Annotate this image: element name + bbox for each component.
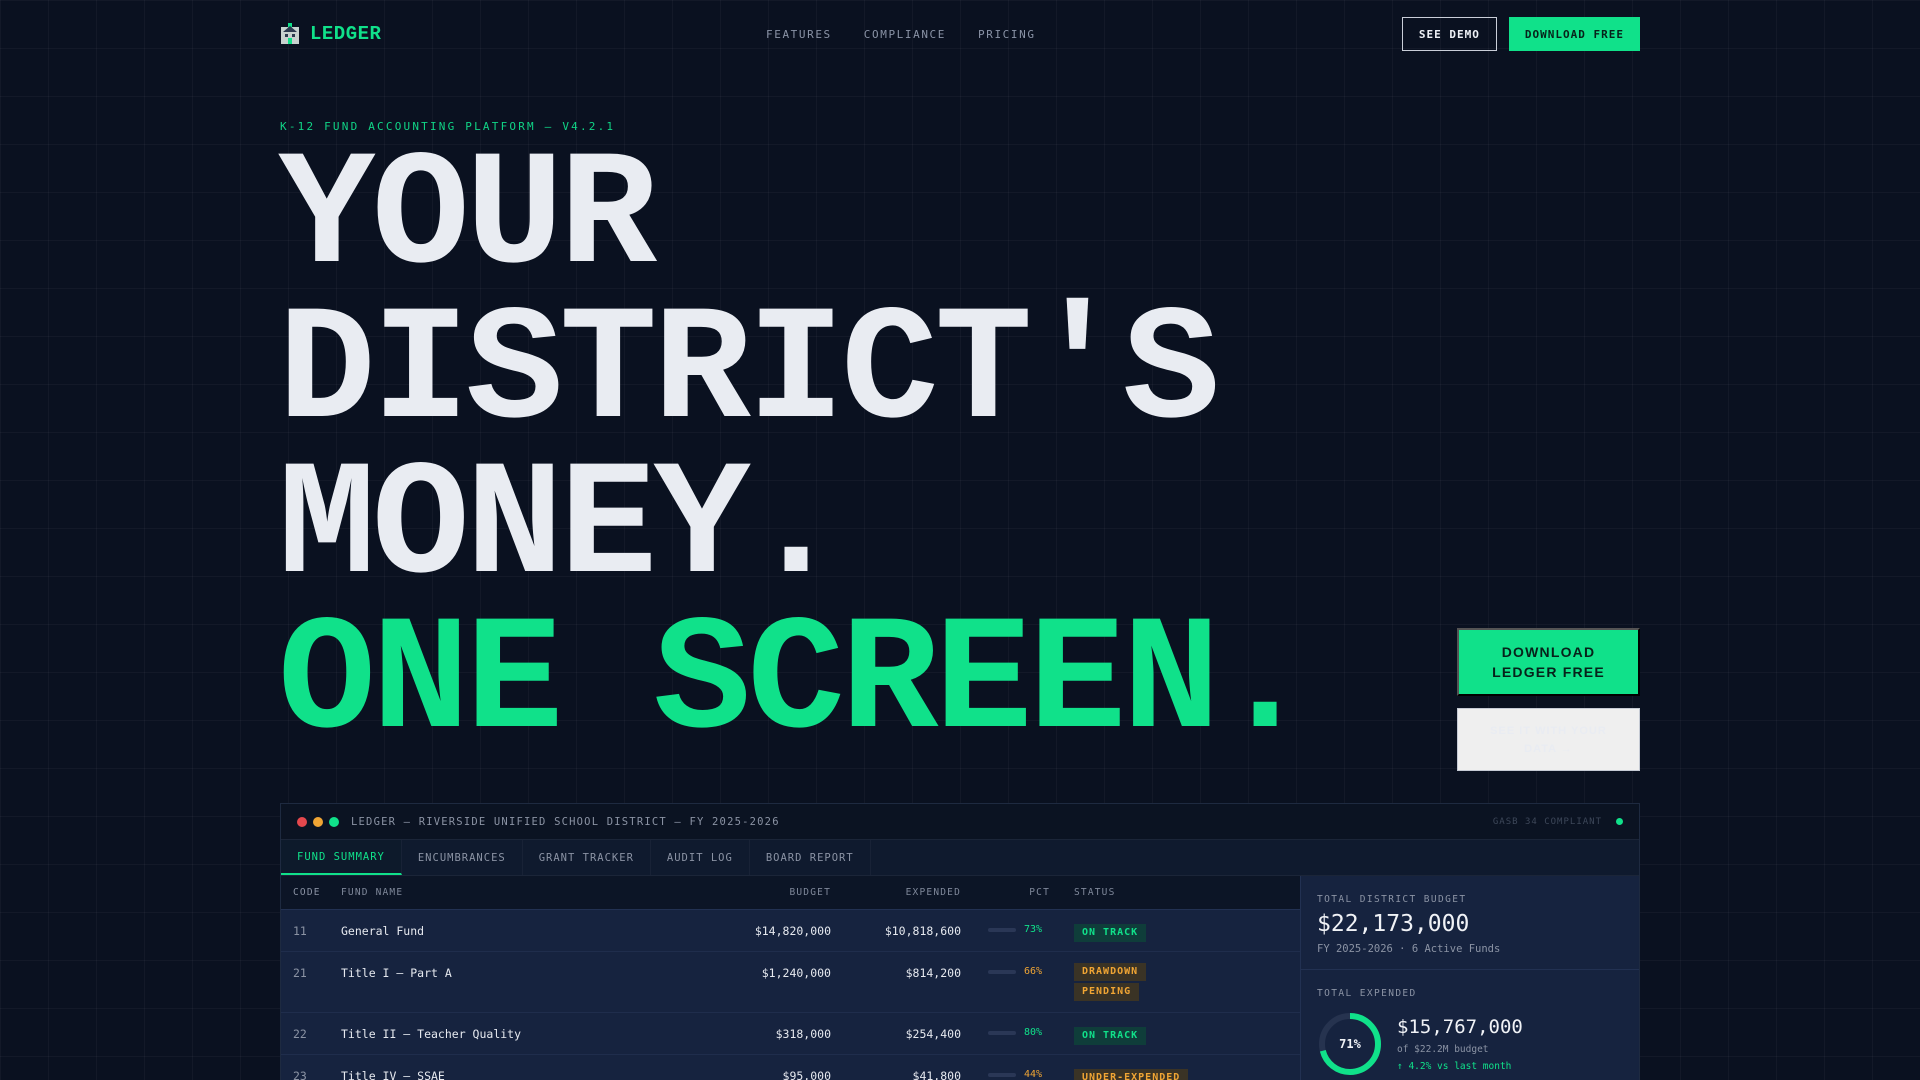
status-badge: UNDER-EXPENDED (1074, 1069, 1189, 1080)
pct-value: 44% (1024, 1069, 1043, 1080)
fund-expended: $10,818,600 (884, 924, 961, 938)
window-titlebar: LEDGER — RIVERSIDE UNIFIED SCHOOL DISTRI… (281, 804, 1639, 840)
see-demo-button[interactable]: SEE DEMO (1401, 17, 1497, 51)
expended-trend: ↑ 4.2% vs last month (1397, 1061, 1512, 1072)
fund-code: 23 (293, 1069, 307, 1080)
budget-label: TOTAL DISTRICT BUDGET (1317, 894, 1467, 905)
fund-name: General Fund (341, 924, 425, 938)
fund-pct: 80% (961, 1027, 1056, 1038)
col-code[interactable]: CODE (281, 887, 341, 898)
tab-encumbrances[interactable]: ENCUMBRANCES (402, 840, 523, 875)
nav-link-features[interactable]: FEATURES (766, 28, 832, 41)
window-controls (297, 816, 339, 827)
status-badge-cell: ON TRACK (1056, 1027, 1246, 1045)
app-tabs: FUND SUMMARY ENCUMBRANCES GRANT TRACKER … (281, 840, 1639, 876)
expended-label: TOTAL EXPENDED (1317, 988, 1417, 999)
nav-actions: SEE DEMO DOWNLOAD FREE (1401, 17, 1640, 51)
pct-value: 66% (1024, 966, 1043, 977)
expended-donut: 71% (1317, 1011, 1383, 1077)
tab-audit-log[interactable]: AUDIT LOG (651, 840, 750, 875)
app-content: CODE FUND NAME BUDGET EXPENDED PCT STATU… (281, 876, 1639, 1080)
summary-panel: TOTAL DISTRICT BUDGET $22,173,000 FY 202… (1300, 876, 1639, 1080)
nav-links: FEATURES COMPLIANCE PRICING (766, 28, 1036, 41)
tab-board-report[interactable]: BOARD REPORT (750, 840, 871, 875)
brand[interactable]: LEDGER (280, 23, 381, 45)
budget-sub: FY 2025-2026 · 6 Active Funds (1317, 943, 1501, 955)
fund-code: 11 (293, 924, 307, 938)
table-row[interactable]: 11 General Fund $14,820,000 $10,818,600 … (281, 910, 1300, 952)
status-badge: ON TRACK (1074, 1027, 1147, 1045)
fund-budget: $14,820,000 (754, 924, 831, 938)
expended-value: $15,767,000 (1397, 1016, 1523, 1038)
expended-sub: of $22.2M budget (1397, 1044, 1489, 1055)
school-logo-icon (281, 23, 299, 44)
status-badge-cell: DRAWDOWN PENDING (1056, 963, 1246, 1003)
fund-pct: 66% (961, 966, 1056, 977)
fund-pct: 44% (961, 1069, 1056, 1080)
table-row[interactable]: 21 Title I — Part A $1,240,000 $814,200 … (281, 952, 1300, 1013)
brand-name: LEDGER (310, 23, 382, 45)
fund-pct: 73% (961, 924, 1056, 935)
table-header: CODE FUND NAME BUDGET EXPENDED PCT STATU… (281, 876, 1300, 910)
fund-code: 21 (293, 966, 307, 980)
donut-pct: 71% (1339, 1037, 1361, 1051)
tab-grant-tracker[interactable]: GRANT TRACKER (523, 840, 651, 875)
app-window: LEDGER — RIVERSIDE UNIFIED SCHOOL DISTRI… (280, 803, 1640, 1080)
maximize-dot-icon[interactable] (329, 816, 339, 827)
budget-value: $22,173,000 (1317, 911, 1470, 937)
col-pct[interactable]: PCT (961, 887, 1056, 898)
pct-bar (988, 927, 1016, 932)
close-dot-icon[interactable] (297, 816, 307, 827)
hero-line-3: MONEY. (278, 435, 845, 620)
download-ledger-button[interactable]: DOWNLOAD LEDGER FREE (1457, 628, 1640, 696)
see-with-data-button[interactable]: SEE IT WITH YOUR DATA → (1457, 708, 1640, 771)
window-title: LEDGER — RIVERSIDE UNIFIED SCHOOL DISTRI… (351, 815, 780, 828)
status-badge: DRAWDOWN PENDING (1074, 963, 1147, 1003)
status-badge: ON TRACK (1074, 924, 1147, 942)
minimize-dot-icon[interactable] (313, 816, 323, 827)
compliance-label: GASB 34 COMPLIANT (1492, 816, 1602, 827)
status-badge-cell: ON TRACK (1056, 924, 1246, 942)
fund-expended: $814,200 (905, 966, 961, 980)
table-row[interactable]: 22 Title II — Teacher Quality $318,000 $… (281, 1013, 1300, 1055)
fund-expended: $41,800 (912, 1069, 961, 1080)
nav-link-pricing[interactable]: PRICING (978, 28, 1036, 41)
pct-value: 73% (1024, 924, 1043, 935)
status-badge-word: DRAWDOWN (1074, 963, 1147, 981)
table-row[interactable]: 23 Title IV — SSAE $95,000 $41,800 44% U… (281, 1055, 1300, 1080)
fund-table: CODE FUND NAME BUDGET EXPENDED PCT STATU… (281, 876, 1300, 1080)
hero-line-4: ONE SCREEN. (278, 590, 1314, 775)
pct-bar (988, 1072, 1016, 1077)
status-badge-word: PENDING (1074, 983, 1140, 1001)
nav-link-compliance[interactable]: COMPLIANCE (864, 28, 946, 41)
live-status-icon (1616, 818, 1623, 825)
fund-budget: $318,000 (775, 1027, 831, 1041)
hero-line-2: DISTRICT'S (278, 280, 1220, 465)
fund-name: Title II — Teacher Quality (341, 1027, 522, 1041)
fund-name: Title I — Part A (341, 966, 452, 980)
fund-code: 22 (293, 1027, 307, 1041)
hero-headline: YOUR DISTRICT'S MONEY. ONE SCREEN. (278, 125, 1314, 775)
col-budget[interactable]: BUDGET (701, 887, 831, 898)
status-badge-cell: UNDER-EXPENDED (1056, 1069, 1246, 1080)
col-status[interactable]: STATUS (1056, 887, 1246, 898)
top-nav: LEDGER FEATURES COMPLIANCE PRICING SEE D… (280, 14, 1640, 54)
col-expended[interactable]: EXPENDED (831, 887, 961, 898)
pct-bar (988, 969, 1016, 974)
download-free-button[interactable]: DOWNLOAD FREE (1508, 17, 1640, 51)
hero-line-1: YOUR (278, 125, 657, 310)
fund-name: Title IV — SSAE (341, 1069, 445, 1080)
budget-summary: TOTAL DISTRICT BUDGET $22,173,000 FY 202… (1301, 876, 1639, 970)
pct-bar (988, 1030, 1016, 1035)
fund-expended: $254,400 (905, 1027, 961, 1041)
fund-budget: $1,240,000 (761, 966, 831, 980)
pct-value: 80% (1024, 1027, 1043, 1038)
expended-row: 71% $15,767,000 of $22.2M budget ↑ 4.2% … (1317, 1011, 1623, 1077)
fund-budget: $95,000 (782, 1069, 831, 1080)
tab-fund-summary[interactable]: FUND SUMMARY (281, 840, 402, 875)
expended-details: $15,767,000 of $22.2M budget ↑ 4.2% vs l… (1397, 1016, 1523, 1072)
expended-summary: TOTAL EXPENDED 71% $15,767,000 of $22.2M… (1301, 970, 1639, 1080)
col-fund-name[interactable]: FUND NAME (341, 887, 701, 898)
